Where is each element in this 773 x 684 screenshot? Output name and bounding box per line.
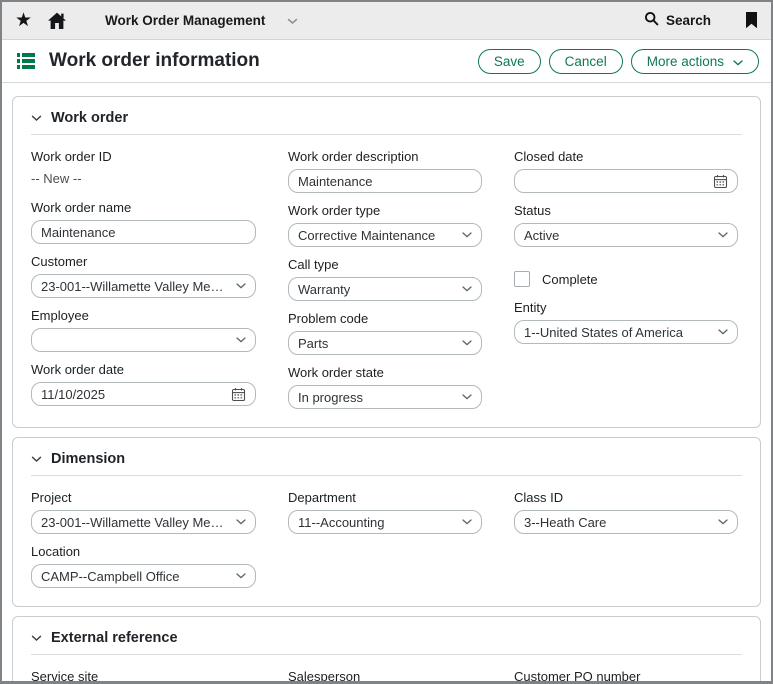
calendar-icon[interactable]	[225, 387, 246, 402]
chevron-down-icon	[456, 232, 472, 238]
field-work-order-state: Work order state In progress	[288, 365, 482, 409]
customer-select[interactable]: 23-001--Willamette Valley Medical	[31, 274, 256, 298]
chevron-down-icon	[230, 337, 246, 343]
section-dimension: Dimension Project 23-001--Willamette Val…	[12, 437, 761, 607]
chevron-down-icon	[712, 519, 728, 525]
collapse-chevron-icon	[31, 629, 42, 647]
section-external-reference: External reference Service site External…	[12, 616, 761, 684]
chevron-down-icon	[230, 519, 246, 525]
work-order-date-input[interactable]	[31, 382, 256, 406]
search-label: Search	[666, 13, 711, 28]
class-id-select[interactable]: 3--Heath Care	[514, 510, 738, 534]
complete-checkbox[interactable]	[514, 271, 530, 287]
section-work-order: Work order Work order ID -- New -- Work …	[12, 96, 761, 428]
more-actions-button[interactable]: More actions	[631, 49, 759, 74]
save-button[interactable]: Save	[478, 49, 541, 74]
chevron-down-icon	[456, 286, 472, 292]
work-order-id-value: -- New --	[31, 169, 256, 190]
page-header: Work order information Save Cancel More …	[2, 40, 771, 83]
location-select[interactable]: CAMP--Campbell Office	[31, 564, 256, 588]
section-divider	[31, 475, 742, 476]
section-external-reference-header[interactable]: External reference	[13, 617, 760, 647]
field-department: Department 11--Accounting	[288, 490, 482, 534]
field-entity: Entity 1--United States of America	[514, 300, 738, 344]
chevron-down-icon	[712, 232, 728, 238]
chevron-down-icon	[456, 340, 472, 346]
employee-select[interactable]	[31, 328, 256, 352]
field-project: Project 23-001--Willamette Valley Medica…	[31, 490, 256, 534]
section-title: External reference	[51, 630, 178, 646]
app-menu-label: Work Order Management	[105, 13, 265, 28]
collapse-chevron-icon	[31, 109, 42, 127]
section-work-order-header[interactable]: Work order	[13, 97, 760, 127]
page-title: Work order information	[49, 50, 260, 72]
calendar-icon[interactable]	[707, 174, 728, 189]
field-service-site: Service site	[31, 669, 256, 684]
section-title: Dimension	[51, 451, 125, 467]
search-button[interactable]: Search	[644, 11, 711, 31]
bookmark-icon[interactable]	[745, 12, 758, 29]
complete-label: Complete	[542, 272, 598, 287]
field-customer-po-number: Customer PO number	[514, 669, 738, 684]
field-salesperson: Salesperson	[288, 669, 482, 684]
chevron-down-icon	[712, 329, 728, 335]
field-work-order-description: Work order description	[288, 149, 482, 193]
work-order-id-label: Work order ID	[31, 149, 256, 164]
chevron-down-icon	[733, 54, 743, 69]
favorites-star-icon[interactable]: ★	[15, 11, 32, 30]
field-problem-code: Problem code Parts	[288, 311, 482, 355]
form-content: Work order Work order ID -- New -- Work …	[2, 83, 771, 684]
field-class-id: Class ID 3--Heath Care	[514, 490, 738, 534]
department-select[interactable]: 11--Accounting	[288, 510, 482, 534]
field-employee: Employee	[31, 308, 256, 352]
top-bar: ★ Work Order Management Search	[2, 2, 771, 40]
record-list-icon[interactable]	[17, 53, 35, 69]
field-complete: Complete	[514, 271, 738, 287]
section-divider	[31, 134, 742, 135]
section-title: Work order	[51, 110, 128, 126]
section-divider	[31, 654, 742, 655]
app-window: ★ Work Order Management Search	[0, 0, 773, 684]
chevron-down-icon	[230, 283, 246, 289]
chevron-down-icon	[230, 573, 246, 579]
status-select[interactable]: Active	[514, 223, 738, 247]
cancel-button[interactable]: Cancel	[549, 49, 623, 74]
field-status: Status Active	[514, 203, 738, 247]
home-icon[interactable]	[47, 12, 67, 30]
chevron-down-icon	[287, 12, 298, 30]
field-customer: Customer 23-001--Willamette Valley Medic…	[31, 254, 256, 298]
entity-select[interactable]: 1--United States of America	[514, 320, 738, 344]
problem-code-select[interactable]: Parts	[288, 331, 482, 355]
collapse-chevron-icon	[31, 450, 42, 468]
field-closed-date: Closed date	[514, 149, 738, 193]
chevron-down-icon	[456, 394, 472, 400]
work-order-name-input[interactable]	[31, 220, 256, 244]
field-work-order-name: Work order name	[31, 200, 256, 244]
field-location: Location CAMP--Campbell Office	[31, 544, 256, 588]
chevron-down-icon	[456, 519, 472, 525]
work-order-type-select[interactable]: Corrective Maintenance	[288, 223, 482, 247]
field-work-order-date: Work order date	[31, 362, 256, 406]
closed-date-input[interactable]	[514, 169, 738, 193]
call-type-select[interactable]: Warranty	[288, 277, 482, 301]
search-icon	[644, 11, 659, 31]
field-call-type: Call type Warranty	[288, 257, 482, 301]
project-select[interactable]: 23-001--Willamette Valley Medical	[31, 510, 256, 534]
section-dimension-header[interactable]: Dimension	[13, 438, 760, 468]
app-menu-dropdown[interactable]: Work Order Management	[105, 12, 298, 30]
field-work-order-type: Work order type Corrective Maintenance	[288, 203, 482, 247]
field-work-order-id: Work order ID -- New --	[31, 149, 256, 190]
work-order-state-select[interactable]: In progress	[288, 385, 482, 409]
work-order-description-input[interactable]	[288, 169, 482, 193]
